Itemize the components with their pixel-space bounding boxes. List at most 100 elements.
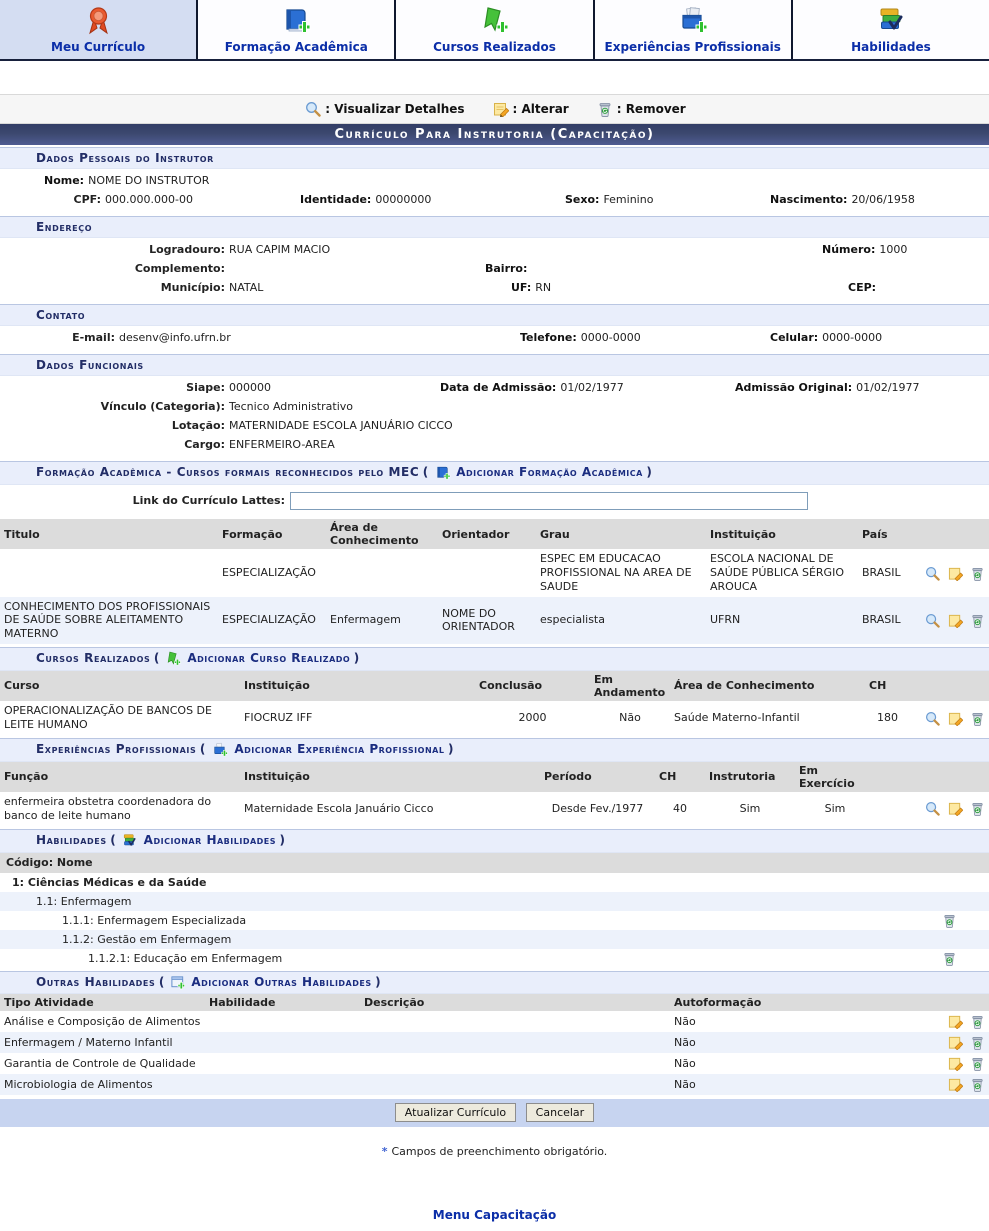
cursos-table: Curso Instituição Conclusão Em Andamento… [0,671,989,735]
required-fields-note: *Campos de preenchimento obrigatório. [0,1145,989,1158]
top-tabbar: Meu Currículo Formação Acadêmica [0,0,989,61]
delete-icon[interactable] [970,711,985,726]
magnifier-icon [305,101,321,117]
view-details-icon[interactable] [925,613,940,628]
delete-icon[interactable] [970,1035,985,1050]
outras-header-row: Tipo Atividade Habilidade Descrição Auto… [0,994,989,1011]
lattes-row: Link do Currículo Lattes: [0,485,989,519]
section-endereco: Endereço [0,216,989,238]
tab-meu-curriculo[interactable]: Meu Currículo [0,0,198,59]
view-details-icon[interactable] [925,801,940,816]
section-contato: Contato [0,304,989,326]
col-formacao: Formação [218,519,326,549]
identidade-value: 00000000 [375,193,431,206]
section-habilidades: Habilidades ( Adicionar Habilidades ) [0,829,989,853]
atualizar-curriculo-button[interactable]: Atualizar Currículo [395,1103,516,1122]
tab-label: Cursos Realizados [433,40,556,54]
nascimento-value: 20/06/1958 [851,193,914,206]
formacao-row: ESPECIALIZAÇÃO ESPEC EM EDUCACAO PROFISS… [0,549,989,596]
outra-habilidade-row: Enfermagem / Materno Infantil Não [0,1032,989,1053]
cancelar-button[interactable]: Cancelar [526,1103,595,1122]
col-curso: Curso [0,671,240,701]
edit-icon[interactable] [948,1035,963,1050]
bookmark-add-icon [479,4,511,38]
book-add-icon [434,465,451,481]
add-experiencia-link[interactable]: Adicionar Experiência Profissional [234,742,444,756]
lotacao-label: Lotação: [0,416,225,435]
add-formacao-link[interactable]: Adicionar Formação Acadêmica [456,465,643,479]
delete-icon[interactable] [970,1056,985,1071]
experiencia-row: enfermeira obstetra coordenadora do banc… [0,792,989,826]
delete-icon[interactable] [942,951,957,966]
section-dados-pessoais: Dados Pessoais do Instrutor [0,147,989,169]
identidade-label: Identidade: [300,193,371,206]
section-outras-habilidades: Outras Habilidades ( Adicionar Outras Ha… [0,971,989,995]
delete-icon[interactable] [970,801,985,816]
add-habilidades-link[interactable]: Adicionar Habilidades [144,833,276,847]
cargo-value: ENFERMEIRO-AREA [229,438,335,451]
habilidades-tree: 1: Ciências Médicas e da Saúde 1.1: Enfe… [0,873,989,968]
lattes-input[interactable] [290,492,808,510]
col-tipo: Tipo Atividade [0,994,205,1011]
archive-add-icon [211,742,229,758]
edit-icon[interactable] [948,1056,963,1071]
outras-habilidades-table: Tipo Atividade Habilidade Descrição Auto… [0,994,989,1095]
celular-value: 0000-0000 [822,331,882,344]
logradouro-value: RUA CAPIM MACIO [229,243,330,256]
edit-icon[interactable] [948,1077,963,1092]
tab-formacao-academica[interactable]: Formação Acadêmica [198,0,396,59]
tab-habilidades[interactable]: Habilidades [793,0,989,59]
numero-value: 1000 [879,243,907,256]
menu-capacitacao-link[interactable]: Menu Capacitação [433,1208,556,1222]
view-details-icon[interactable] [925,566,940,581]
admissao-original-label: Admissão Original: [735,381,852,394]
delete-icon[interactable] [970,566,985,581]
col-orientador: Orientador [438,519,536,549]
tab-cursos-realizados[interactable]: Cursos Realizados [396,0,594,59]
edit-icon[interactable] [948,613,963,628]
books-check-icon [875,4,907,38]
delete-icon[interactable] [942,913,957,928]
tree-item: 1.1.2: Gestão em Enfermagem [0,930,989,949]
admissao-label: Data de Admissão: [440,381,556,394]
tab-label: Meu Currículo [51,40,145,54]
delete-icon[interactable] [970,1014,985,1029]
habilidades-tree-header: Código: Nome [0,853,989,873]
dados-pessoais-fields: Nome:NOME DO INSTRUTOR CPF:000.000.000-0… [0,169,989,213]
col-periodo: Período [540,762,655,792]
delete-icon[interactable] [970,613,985,628]
email-value: desenv@info.ufrn.br [119,331,231,344]
formacao-table: Titulo Formação Área de Conhecimento Ori… [0,519,989,644]
uf-value: RN [535,281,551,294]
contato-fields: E-mail:desenv@info.ufrn.br Telefone:0000… [0,326,989,351]
edit-icon[interactable] [948,801,963,816]
municipio-label: Município: [0,278,225,297]
cursos-header-row: Curso Instituição Conclusão Em Andamento… [0,671,989,701]
medal-icon [85,4,112,38]
col-area: Área de Conhecimento [326,519,438,549]
col-ch: CH [865,671,910,701]
legend-bar: : Visualizar Detalhes : Alterar [0,94,989,124]
col-habilidade: Habilidade [205,994,360,1011]
nome-label: Nome: [44,174,84,187]
celular-label: Celular: [770,331,818,344]
tab-label: Formação Acadêmica [225,40,368,54]
col-ch: CH [655,762,705,792]
books-check-icon [121,833,138,849]
col-area: Área de Conhecimento [670,671,865,701]
col-autoformacao: Autoformação [670,994,900,1011]
edit-icon[interactable] [948,1014,963,1029]
add-curso-link[interactable]: Adicionar Curso Realizado [187,651,350,665]
edit-icon[interactable] [948,711,963,726]
edit-icon[interactable] [948,566,963,581]
view-details-icon[interactable] [925,711,940,726]
col-instrutoria: Instrutoria [705,762,795,792]
col-exercicio: Em Exercício [795,762,875,792]
tab-experiencias-profissionais[interactable]: Experiências Profissionais [595,0,793,59]
delete-icon[interactable] [970,1077,985,1092]
dados-funcionais-fields: Siape:000000 Data de Admissão:01/02/1977… [0,376,989,458]
add-outras-habilidades-link[interactable]: Adicionar Outras Habilidades [191,975,371,989]
footer: Menu Capacitação [0,1208,989,1222]
col-instituicao: Instituição [240,671,475,701]
col-conclusao: Conclusão [475,671,590,701]
